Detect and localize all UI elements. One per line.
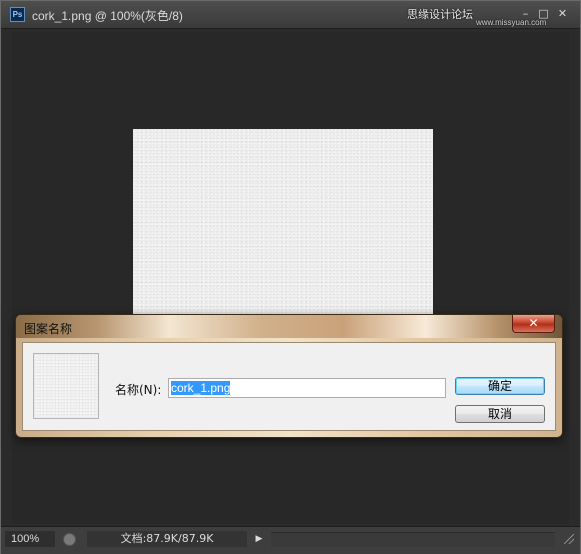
pattern-name-input[interactable]: cork_1.png [168, 378, 446, 398]
pattern-preview [33, 353, 99, 419]
cancel-button[interactable]: 取消 [455, 405, 545, 423]
name-label: 名称(N): [115, 383, 162, 397]
status-menu-arrow-icon[interactable]: ▶ [253, 531, 265, 547]
zoom-level-field[interactable]: 100% [5, 531, 55, 547]
canvas-area[interactable] [12, 32, 569, 524]
status-bar: 100% 文档:87.9K/87.9K ▶ [1, 526, 580, 554]
document-titlebar[interactable]: Ps cork_1.png @ 100%(灰色/8) 思缘设计论坛 www.mi… [1, 1, 580, 29]
document-window: Ps cork_1.png @ 100%(灰色/8) 思缘设计论坛 www.mi… [0, 0, 581, 554]
ok-button[interactable]: 确定 [455, 377, 545, 395]
status-info-icon[interactable] [63, 533, 76, 546]
photoshop-icon: Ps [10, 7, 25, 22]
resize-grip-icon[interactable] [564, 534, 574, 544]
pattern-name-value: cork_1.png [171, 381, 231, 395]
watermark-text: 思缘设计论坛 [407, 8, 473, 21]
minimize-icon[interactable]: – [519, 8, 532, 20]
document-title: cork_1.png @ 100%(灰色/8) [32, 9, 183, 23]
pattern-name-dialog: 图案名称 ✕ 名称(N): cork_1.png 确定 取消 [15, 314, 563, 438]
dialog-body: 名称(N): cork_1.png 确定 取消 [22, 342, 556, 431]
watermark-url: www.missyuan.com [476, 18, 547, 27]
close-icon[interactable]: ✕ [556, 8, 569, 20]
dialog-title: 图案名称 [24, 322, 73, 336]
document-size-info: 文档:87.9K/87.9K [87, 531, 247, 547]
horizontal-scrollbar[interactable] [271, 532, 555, 547]
dialog-close-button[interactable]: ✕ [512, 315, 555, 333]
dialog-titlebar[interactable]: 图案名称 ✕ [16, 315, 562, 338]
restore-icon[interactable]: □ [537, 8, 550, 20]
